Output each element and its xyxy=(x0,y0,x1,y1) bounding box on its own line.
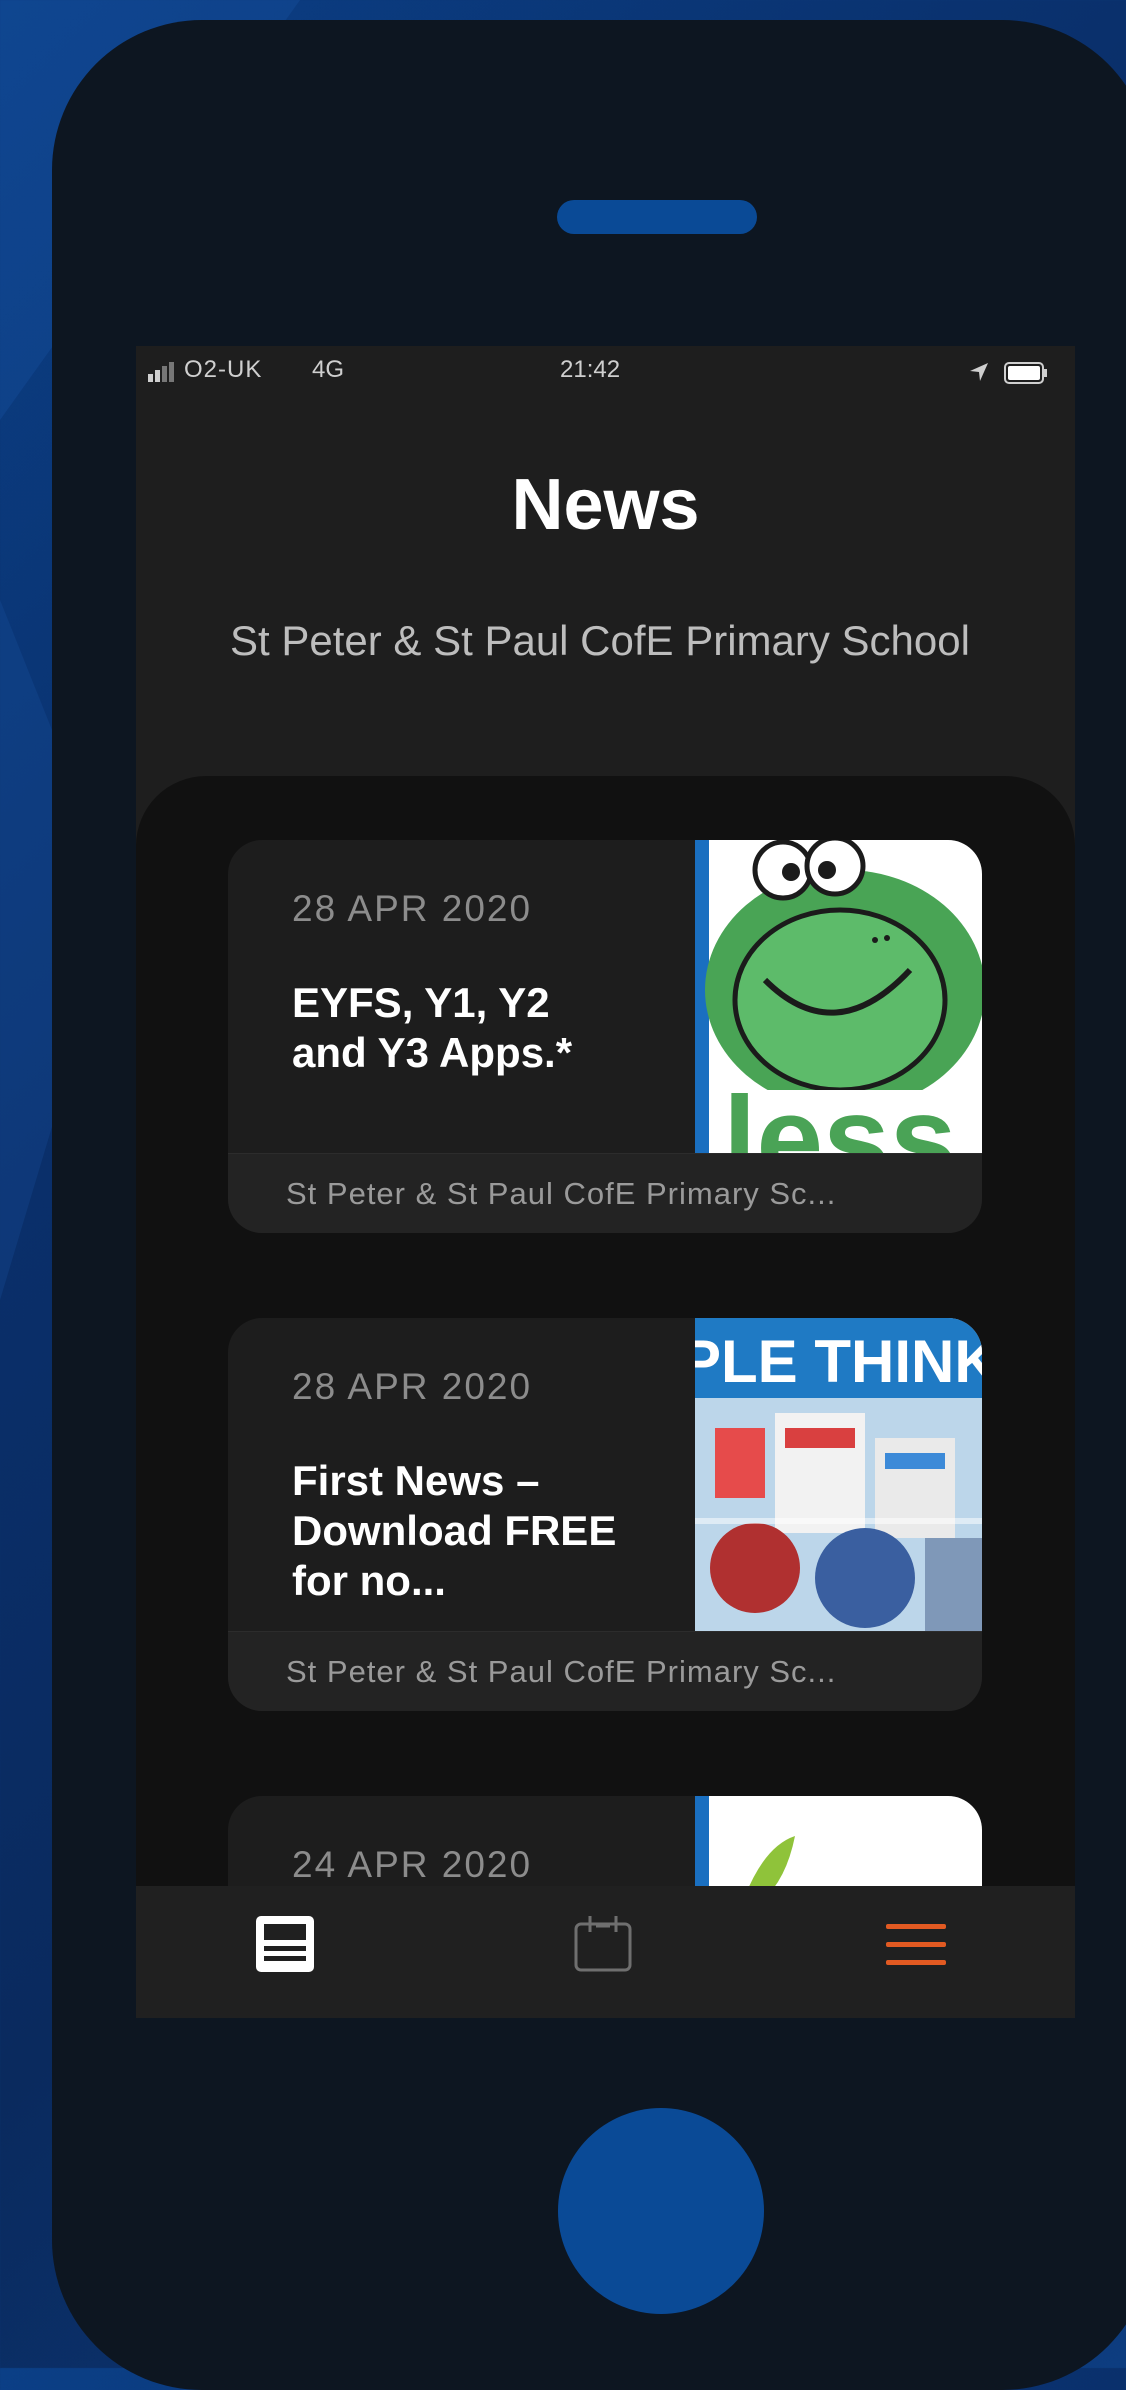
news-card[interactable]: 28 APR 2020 EYFS, Y1, Y2 and Y3 Apps.* l… xyxy=(228,840,982,1233)
news-source: St Peter & St Paul CofE Primary Sc... xyxy=(228,1631,982,1711)
school-name: St Peter & St Paul CofE Primary School xyxy=(230,617,970,664)
status-bar: O2-UK 4G 21:42 xyxy=(136,346,1075,398)
news-thumbnail: less xyxy=(695,840,982,1153)
page-title: News xyxy=(511,465,700,545)
thumbnail-text: less xyxy=(723,1072,957,1153)
menu-icon xyxy=(886,1924,946,1965)
signal-icon xyxy=(148,362,174,382)
news-icon xyxy=(256,1916,314,1972)
news-feed[interactable]: 28 APR 2020 EYFS, Y1, Y2 and Y3 Apps.* l… xyxy=(136,776,1075,2018)
status-time: 21:42 xyxy=(560,356,621,383)
news-date: 28 APR 2020 xyxy=(292,888,533,929)
news-source: St Peter & St Paul CofE Primary Sc... xyxy=(228,1153,982,1233)
news-card[interactable]: 28 APR 2020 First News – Download FREE f… xyxy=(228,1318,982,1711)
carrier-name: O2-UK xyxy=(184,356,263,383)
battery-icon xyxy=(1004,362,1047,384)
app-screen: O2-UK 4G 21:42 News St Peter & St Paul C… xyxy=(136,346,1075,2018)
location-arrow-icon xyxy=(970,363,988,381)
tab-menu[interactable] xyxy=(884,1914,964,1994)
phone-speaker xyxy=(557,200,757,234)
news-title: First News – Download FREE for no... xyxy=(292,1457,617,1604)
tab-news[interactable] xyxy=(254,1914,334,1994)
bottom-tab-bar xyxy=(136,1886,1075,2018)
news-date: 24 APR 2020 xyxy=(292,1844,533,1885)
calendar-icon xyxy=(574,1916,632,1972)
news-thumbnail: PLE THINK xyxy=(695,1318,982,1631)
news-title: EYFS, Y1, Y2 and Y3 Apps.* xyxy=(292,979,573,1076)
tab-calendar[interactable] xyxy=(572,1914,652,1994)
news-date: 28 APR 2020 xyxy=(292,1366,533,1407)
network-type: 4G xyxy=(312,356,345,383)
thumbnail-text: PLE THINK xyxy=(695,1328,982,1395)
home-button[interactable] xyxy=(558,2108,764,2314)
